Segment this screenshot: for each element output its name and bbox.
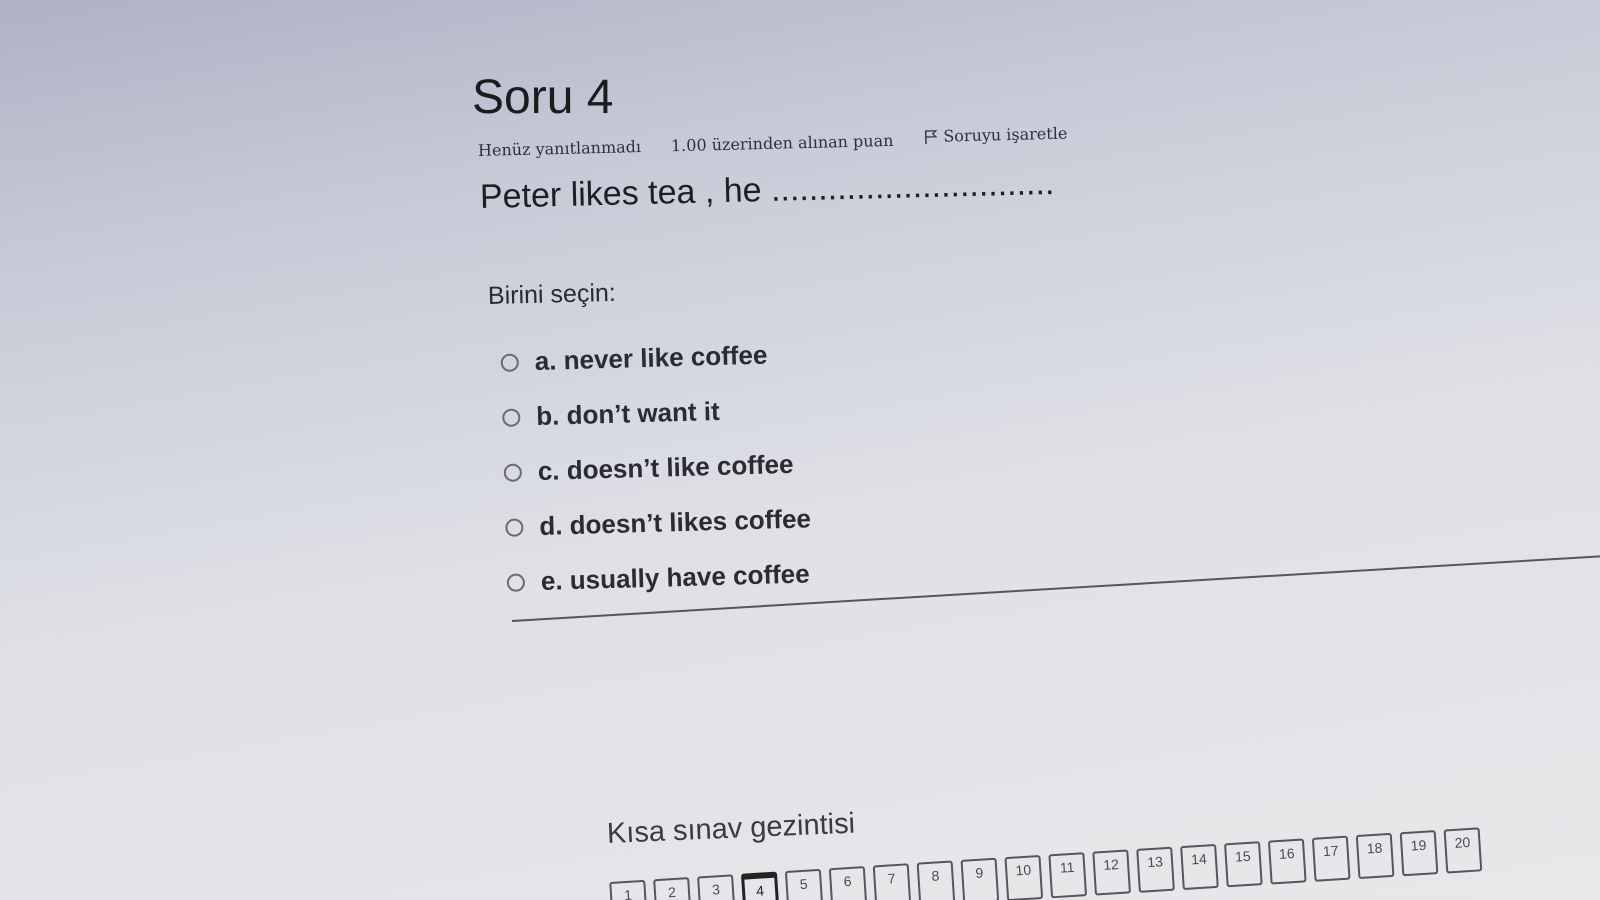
answer-option-label: b. don’t want it bbox=[535, 395, 721, 432]
radio-icon[interactable] bbox=[505, 517, 524, 537]
quiz-nav-button[interactable]: 7 bbox=[872, 863, 912, 900]
flag-question-label: Soruyu işaretle bbox=[943, 123, 1068, 146]
quiz-nav-button[interactable]: 9 bbox=[960, 857, 1000, 900]
answer-option-a[interactable]: a. never like coffee bbox=[500, 326, 807, 390]
quiz-nav-button[interactable]: 8 bbox=[916, 860, 956, 900]
quiz-nav-button[interactable]: 6 bbox=[828, 866, 868, 900]
quiz-nav-button[interactable]: 5 bbox=[784, 868, 824, 900]
answer-status: Henüz yanıtlanmadı bbox=[477, 136, 642, 160]
quiz-nav-button[interactable]: 16 bbox=[1267, 838, 1307, 885]
answer-option-label: d. doesn’t likes coffee bbox=[538, 503, 812, 541]
quiz-nav-button[interactable]: 1 bbox=[609, 879, 648, 900]
question-score: 1.00 üzerinden alınan puan bbox=[670, 130, 894, 155]
flag-question-button[interactable]: Soruyu işaretle bbox=[923, 123, 1068, 147]
radio-icon[interactable] bbox=[500, 352, 520, 372]
radio-icon[interactable] bbox=[506, 572, 526, 592]
quiz-nav-button[interactable]: 20 bbox=[1443, 827, 1483, 874]
quiz-nav-button[interactable]: 11 bbox=[1048, 852, 1088, 899]
radio-icon[interactable] bbox=[502, 407, 521, 427]
answer-option-label: a. never like coffee bbox=[534, 339, 768, 377]
quiz-nav-button[interactable]: 14 bbox=[1180, 843, 1219, 891]
answer-prompt: Birini seçin: bbox=[487, 278, 617, 310]
question-info: Henüz yanıtlanmadı 1.00 üzerinden alınan… bbox=[478, 124, 1068, 160]
quiz-nav-button[interactable]: 3 bbox=[697, 874, 736, 900]
quiz-page: Soru 4 Henüz yanıtlanmadı 1.00 üzerinden… bbox=[0, 0, 1600, 900]
question-text: Peter likes tea , he ...................… bbox=[479, 163, 1055, 216]
answer-option-d[interactable]: d. doesn’t likes coffee bbox=[505, 491, 812, 555]
answer-options: a. never like coffee b. don’t want it c.… bbox=[500, 326, 813, 609]
quiz-nav-button[interactable]: 19 bbox=[1399, 830, 1439, 877]
answer-option-e[interactable]: e. usually have coffee bbox=[506, 546, 813, 610]
answer-option-label: e. usually have coffee bbox=[540, 558, 810, 596]
answer-option-label: c. doesn’t like coffee bbox=[537, 448, 794, 486]
quiz-nav-button[interactable]: 10 bbox=[1004, 854, 1044, 900]
quiz-nav-button[interactable]: 15 bbox=[1224, 841, 1263, 888]
answer-option-c[interactable]: c. doesn’t like coffee bbox=[503, 436, 810, 500]
quiz-nav-button[interactable]: 18 bbox=[1355, 832, 1395, 880]
quiz-nav-button[interactable]: 13 bbox=[1136, 846, 1175, 893]
quiz-nav-button[interactable]: 17 bbox=[1311, 835, 1351, 882]
question-title: Soru 4 bbox=[472, 71, 614, 124]
quiz-nav-button-current[interactable]: 4 bbox=[740, 871, 780, 900]
answer-option-b[interactable]: b. don’t want it bbox=[502, 381, 809, 445]
flag-icon bbox=[924, 129, 937, 144]
quiz-nav-button[interactable]: 12 bbox=[1092, 849, 1131, 896]
radio-icon[interactable] bbox=[503, 462, 523, 482]
quiz-nav-button[interactable]: 2 bbox=[653, 877, 692, 900]
quiz-navigation-title: Kısa sınav gezintisi bbox=[606, 807, 856, 850]
